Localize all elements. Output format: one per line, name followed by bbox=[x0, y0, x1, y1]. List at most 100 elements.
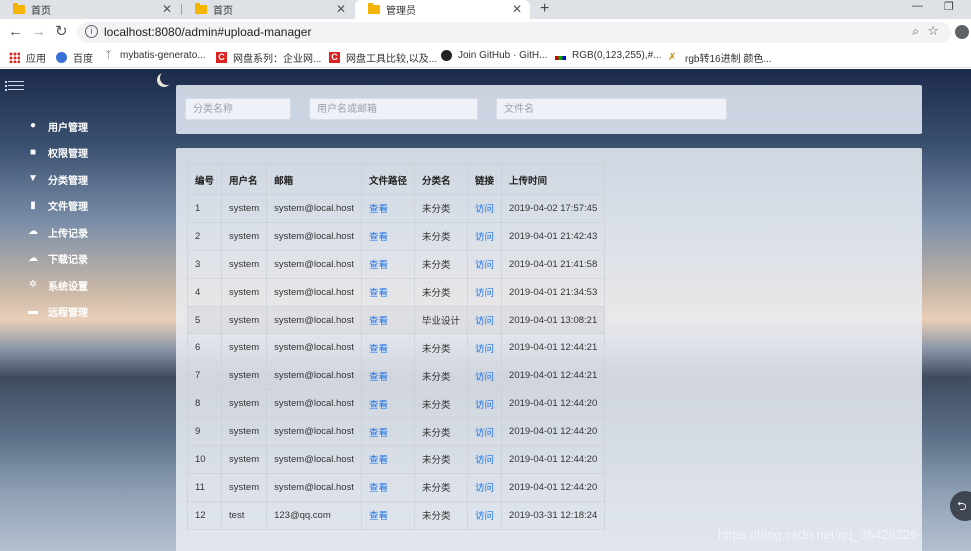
bookmark-netdisk-series[interactable]: C 网盘系列：企业网... bbox=[216, 50, 321, 65]
address-bar[interactable]: i localhost:8080/admin#upload-manager ⌕ … bbox=[77, 22, 951, 43]
column-header[interactable]: 链接 bbox=[467, 164, 503, 195]
table-row: 8 system system@local.host 查看 未分类 访问 2019-04-0… bbox=[186, 389, 606, 419]
browser-tab[interactable]: 首页 ✕ bbox=[0, 0, 180, 19]
user-or-email-input[interactable] bbox=[309, 98, 478, 120]
sidebar-item-user-management[interactable]: ● 用户管理 bbox=[28, 113, 88, 140]
visit-link[interactable]: 访问 bbox=[467, 361, 503, 391]
menu-toggle-icon[interactable] bbox=[5, 80, 24, 95]
visit-link[interactable]: 访问 bbox=[467, 249, 503, 279]
bookmark-rgb[interactable]: RGB(0,123,255),#... bbox=[555, 50, 662, 61]
cell-id: 12 bbox=[186, 500, 223, 530]
minimize-icon[interactable]: — bbox=[912, 0, 923, 12]
column-header[interactable]: 分类名 bbox=[413, 164, 469, 195]
table-row: 9 system system@local.host 查看 未分类 访问 2019-04-0… bbox=[186, 417, 606, 447]
bookmark-rgb-hex[interactable]: ✗ rgb转16进制 颜色... bbox=[668, 50, 772, 65]
close-icon[interactable]: ✕ bbox=[162, 2, 172, 16]
back-to-top-button[interactable]: ⮌ bbox=[950, 491, 971, 521]
column-header[interactable]: 文件路径 bbox=[360, 164, 416, 195]
view-path-link[interactable]: 查看 bbox=[360, 417, 416, 447]
bookmark-apps[interactable]: 应用 bbox=[9, 50, 46, 65]
visit-link[interactable]: 访问 bbox=[467, 389, 503, 419]
file-name-input[interactable] bbox=[496, 98, 727, 120]
visit-link[interactable]: 访问 bbox=[467, 194, 503, 223]
sidebar-item-permission-management[interactable]: ■ 权限管理 bbox=[28, 140, 88, 167]
bookmark-label: mybatis-generato... bbox=[120, 50, 206, 61]
view-path-link[interactable]: 查看 bbox=[360, 305, 416, 335]
column-header[interactable]: 用户名 bbox=[221, 164, 268, 195]
bookmark-label: RGB(0,123,255),#... bbox=[572, 50, 662, 61]
close-icon[interactable]: ✕ bbox=[512, 2, 522, 16]
star-icon[interactable]: ☆ bbox=[927, 23, 939, 39]
sidebar-item-category-management[interactable]: ▼ 分类管理 bbox=[28, 166, 88, 193]
view-path-link[interactable]: 查看 bbox=[360, 500, 416, 530]
category-name-input[interactable] bbox=[185, 98, 291, 120]
visit-link[interactable]: 访问 bbox=[467, 333, 503, 363]
cell-email: system@local.host bbox=[266, 389, 362, 419]
upload-records-panel: 编号 用户名 邮箱 文件路径 分类名 链接 上传时间 1 system system… bbox=[176, 148, 922, 551]
table-row: 5 system system@local.host 查看 毕业设计 访问 2019-04-… bbox=[186, 305, 606, 335]
cell-category: 未分类 bbox=[413, 249, 469, 279]
sidebar-item-file-management[interactable]: ▮ 文件管理 bbox=[28, 193, 88, 220]
bookmark-label: 网盘系列：企业网... bbox=[233, 54, 322, 65]
visit-link[interactable]: 访问 bbox=[467, 472, 503, 502]
close-icon[interactable]: ✕ bbox=[336, 2, 346, 16]
view-path-link[interactable]: 查看 bbox=[360, 277, 416, 307]
cell-id: 4 bbox=[186, 277, 223, 307]
visit-link[interactable]: 访问 bbox=[467, 277, 503, 307]
sidebar-item-upload-records[interactable]: ☁ 上传记录 bbox=[28, 219, 88, 246]
view-path-link[interactable]: 查看 bbox=[360, 389, 416, 419]
view-path-link[interactable]: 查看 bbox=[360, 333, 416, 363]
cell-category: 未分类 bbox=[413, 194, 469, 223]
view-path-link[interactable]: 查看 bbox=[360, 194, 416, 223]
bookmark-baidu[interactable]: 百度 bbox=[56, 50, 93, 65]
column-header[interactable]: 邮箱 bbox=[266, 164, 362, 195]
new-tab-button[interactable]: + bbox=[540, 0, 549, 17]
cell-email: system@local.host bbox=[266, 221, 362, 251]
cell-id: 3 bbox=[186, 249, 223, 279]
filter-icon: ▼ bbox=[28, 173, 38, 185]
browser-tab-active[interactable]: 管理员 ✕ bbox=[355, 0, 530, 19]
zoom-icon[interactable]: ⌕ bbox=[912, 24, 919, 39]
view-path-link[interactable]: 查看 bbox=[360, 221, 416, 251]
bookmark-github[interactable]: Join GitHub · GitH... bbox=[441, 50, 547, 61]
view-path-link[interactable]: 查看 bbox=[360, 361, 416, 391]
restore-icon[interactable]: ❐ bbox=[944, 0, 954, 13]
visit-link[interactable]: 访问 bbox=[467, 305, 503, 335]
cell-email: system@local.host bbox=[266, 249, 362, 279]
column-header[interactable]: 编号 bbox=[186, 164, 223, 195]
forward-arrow-icon[interactable]: → bbox=[31, 24, 46, 40]
csdn-c-icon: C bbox=[329, 52, 340, 63]
back-arrow-icon[interactable]: ← bbox=[8, 24, 23, 40]
cell-email: 123@qq.com bbox=[266, 500, 362, 530]
column-header[interactable]: 上传时间 bbox=[501, 164, 606, 195]
mybatis-icon: ᛉ bbox=[105, 50, 112, 61]
sidebar-item-label: 用户管理 bbox=[48, 122, 88, 134]
info-icon[interactable]: i bbox=[85, 25, 98, 38]
url-text[interactable]: localhost:8080/admin#upload-manager bbox=[104, 25, 311, 39]
bookmark-netdisk-tools[interactable]: C 网盘工具比较,以及... bbox=[329, 50, 437, 65]
sidebar-item-system-settings[interactable]: ✲ 系统设置 bbox=[28, 272, 88, 299]
cell-upload-time: 2019-04-01 21:42:43 bbox=[501, 221, 606, 251]
cell-id: 2 bbox=[186, 221, 223, 251]
sidebar-item-download-records[interactable]: ☁ 下载记录 bbox=[28, 246, 88, 273]
profile-avatar-icon[interactable] bbox=[955, 25, 969, 39]
visit-link[interactable]: 访问 bbox=[467, 445, 503, 474]
view-path-link[interactable]: 查看 bbox=[360, 472, 416, 502]
view-path-link[interactable]: 查看 bbox=[360, 445, 416, 474]
visit-link[interactable]: 访问 bbox=[467, 221, 503, 251]
cell-category: 未分类 bbox=[413, 472, 469, 502]
cell-id: 1 bbox=[186, 194, 223, 223]
sidebar-item-remote-management[interactable]: ▬ 远程管理 bbox=[28, 299, 88, 326]
sidebar-item-label: 上传记录 bbox=[48, 228, 88, 240]
upload-records-table: 编号 用户名 邮箱 文件路径 分类名 链接 上传时间 1 system system… bbox=[186, 164, 606, 530]
visit-link[interactable]: 访问 bbox=[467, 417, 503, 447]
visit-link[interactable]: 访问 bbox=[467, 500, 503, 530]
bookmark-label: rgb转16进制 颜色... bbox=[685, 54, 772, 65]
table-header-row: 编号 用户名 邮箱 文件路径 分类名 链接 上传时间 bbox=[186, 164, 606, 195]
table-row: 2 system system@local.host 查看 未分类 访问 2019-04-0… bbox=[186, 221, 606, 251]
bookmark-mybatis[interactable]: ᛉ mybatis-generato... bbox=[103, 50, 206, 61]
reload-icon[interactable]: ↻ bbox=[55, 24, 68, 40]
browser-tab[interactable]: 首页 ✕ bbox=[182, 0, 354, 19]
cell-email: system@local.host bbox=[266, 333, 362, 363]
view-path-link[interactable]: 查看 bbox=[360, 249, 416, 279]
